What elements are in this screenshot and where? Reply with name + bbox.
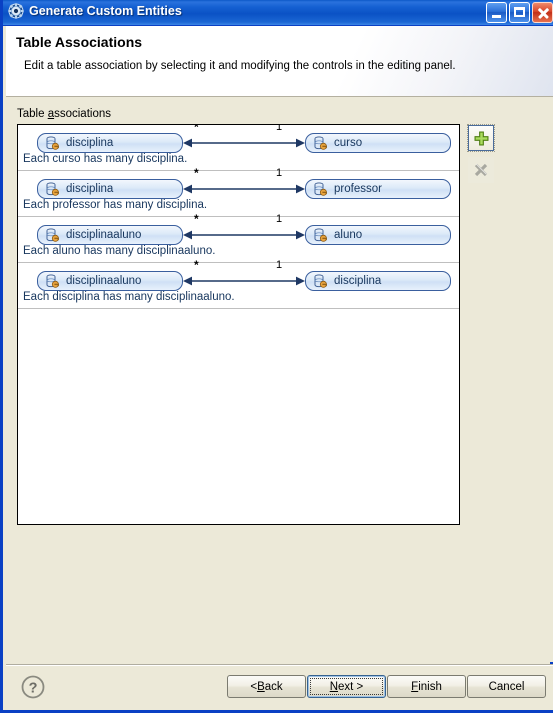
left-cardinality: *: [194, 124, 199, 134]
page-title: Table Associations: [16, 34, 143, 50]
association-arrow: * 1: [183, 167, 305, 199]
entity-name: aluno: [334, 229, 363, 241]
label-part-prefix: Table: [17, 108, 48, 120]
back-label-prefix: <: [250, 680, 258, 693]
window-title: Generate Custom Entities: [29, 4, 182, 18]
dialog-window: Generate Custom Entities Table Associati…: [0, 0, 553, 713]
table-row[interactable]: disciplinaaluno * 1: [18, 213, 459, 263]
title-bar: Generate Custom Entities: [3, 0, 553, 26]
table-row[interactable]: disciplina * 1: [18, 125, 459, 171]
right-cardinality: 1: [276, 167, 283, 179]
minimize-icon: [492, 15, 501, 18]
association-description: Each disciplina has many disciplinaaluno…: [23, 291, 235, 303]
next-mnemonic: N: [329, 680, 339, 693]
entity-name: disciplinaaluno: [66, 229, 142, 241]
right-entity-box[interactable]: aluno: [305, 225, 451, 245]
back-mnemonic: B: [257, 680, 265, 693]
page-banner: Table Associations Edit a table associat…: [6, 26, 553, 97]
close-button[interactable]: [532, 2, 553, 23]
association-description: Each professor has many disciplina.: [23, 199, 208, 211]
right-entity-box[interactable]: curso: [305, 133, 451, 153]
entity-name: disciplina: [334, 275, 382, 287]
left-entity-box[interactable]: disciplina: [37, 133, 183, 153]
right-cardinality: 1: [276, 213, 283, 225]
page-description: Edit a table association by selecting it…: [24, 60, 456, 72]
finish-label-suffix: inish: [418, 680, 442, 693]
table-icon: [313, 273, 328, 289]
table-icon: [313, 135, 328, 151]
table-icon: [45, 227, 60, 243]
association-arrow: * 1: [183, 125, 305, 153]
close-x-icon: [474, 163, 488, 177]
left-entity-box[interactable]: disciplinaaluno: [37, 225, 183, 245]
next-button[interactable]: Next >: [307, 675, 386, 698]
table-icon: [313, 227, 328, 243]
entity-name: professor: [334, 183, 382, 195]
table-icon: [45, 135, 60, 151]
minimize-button[interactable]: [486, 2, 507, 23]
association-description: Each aluno has many disciplinaaluno.: [23, 245, 216, 257]
back-button[interactable]: < Back: [227, 675, 306, 698]
entity-name: disciplina: [66, 137, 114, 149]
right-entity-box[interactable]: disciplina: [305, 271, 451, 291]
table-row[interactable]: disciplinaaluno * 1: [18, 259, 459, 309]
maximize-button[interactable]: [509, 2, 530, 23]
window-controls: [486, 2, 553, 23]
left-cardinality: *: [194, 258, 199, 272]
remove-association-button: [468, 157, 494, 183]
right-cardinality: 1: [276, 259, 283, 271]
association-description: Each curso has many disciplina.: [23, 153, 188, 165]
cancel-button[interactable]: Cancel: [467, 675, 546, 698]
right-cardinality: 1: [276, 124, 283, 133]
entity-name: curso: [334, 137, 363, 149]
label-part-suffix: ssociations: [54, 108, 111, 120]
back-label-suffix: ack: [264, 680, 283, 693]
maximize-icon: [514, 7, 525, 17]
association-arrow: * 1: [183, 259, 305, 291]
left-entity-box[interactable]: disciplina: [37, 179, 183, 199]
left-cardinality: *: [194, 212, 199, 226]
gear-icon: [8, 3, 24, 19]
finish-button[interactable]: Finish: [387, 675, 466, 698]
table-icon: [313, 181, 328, 197]
title-bar-left: Generate Custom Entities: [8, 3, 182, 19]
table-icon: [45, 181, 60, 197]
dialog-body: Table associations disciplina * 1 curso …: [6, 97, 553, 662]
next-label-suffix: ext >: [338, 680, 364, 693]
association-toolbar: [467, 124, 496, 189]
left-cardinality: *: [194, 166, 199, 180]
help-button[interactable]: ?: [20, 674, 46, 700]
table-icon: [45, 273, 60, 289]
table-associations-label: Table associations: [17, 108, 111, 120]
dialog-button-bar: ? < Back Next > Finish Cancel: [6, 666, 553, 710]
entity-name: disciplinaaluno: [66, 275, 142, 287]
entity-name: disciplina: [66, 183, 114, 195]
add-association-button[interactable]: [467, 124, 495, 152]
association-arrow: * 1: [183, 213, 305, 245]
svg-text:?: ?: [29, 681, 38, 697]
table-associations-list[interactable]: disciplina * 1 curso Each curso has many…: [17, 124, 460, 525]
right-entity-box[interactable]: professor: [305, 179, 451, 199]
table-row[interactable]: disciplina * 1: [18, 167, 459, 217]
plus-icon: [474, 131, 489, 146]
finish-mnemonic: F: [411, 680, 419, 693]
left-entity-box[interactable]: disciplinaaluno: [37, 271, 183, 291]
